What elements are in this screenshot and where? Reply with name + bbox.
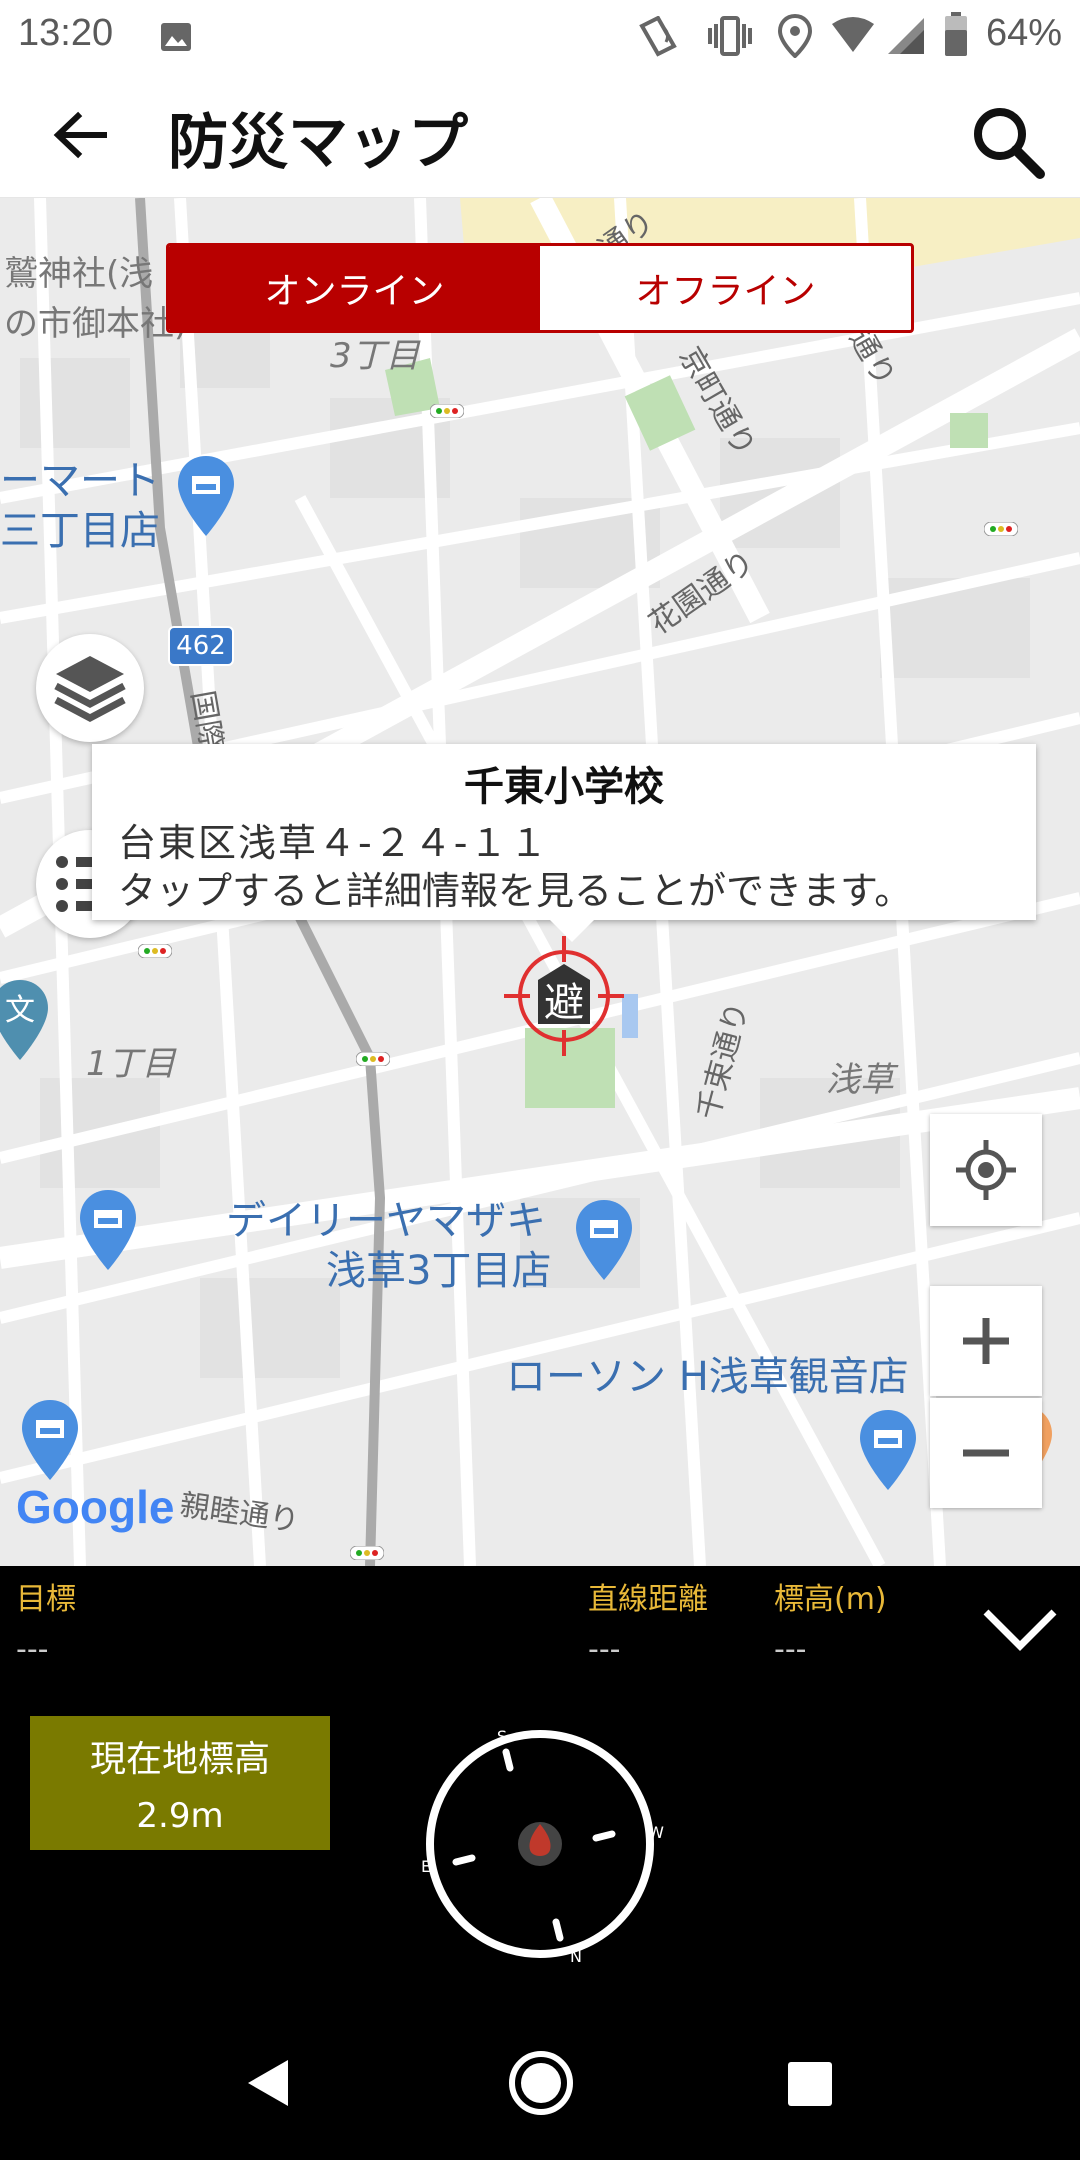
online-tab[interactable]: オンライン (169, 246, 540, 330)
current-elevation-value: 2.9m (136, 1796, 224, 1836)
signal-icon (888, 18, 924, 54)
facility-address: 台東区浅草４-２４-１１ (118, 821, 550, 865)
status-bar: 13:20 64% (0, 0, 1080, 72)
arrow-left-icon[interactable] (50, 108, 110, 162)
zoom-in-button[interactable] (930, 1286, 1042, 1396)
search-icon[interactable] (970, 104, 1046, 180)
current-elevation-box: 現在地標高 2.9m (30, 1716, 330, 1850)
distance-value: --- (588, 1632, 621, 1667)
route-sign: 462 (168, 626, 234, 666)
facility-name: 千東小学校 (464, 764, 664, 810)
app-bar: 防災マップ (0, 72, 1080, 198)
facility-hint: タップすると詳細情報を見ることができます。 (118, 869, 913, 913)
evacuation-marker-glyph: 避 (544, 980, 584, 1026)
svg-text:文: 文 (5, 993, 35, 1028)
location-icon (778, 14, 812, 58)
target-label: 目標 (16, 1582, 76, 1617)
info-window[interactable]: 千東小学校 台東区浅草４-２４-１１ タップすると詳細情報を見ることができます。 (92, 744, 1036, 942)
google-logo: Google (16, 1481, 175, 1533)
current-elevation-title: 現在地標高 (89, 1739, 270, 1780)
store-pin-icon[interactable] (78, 1188, 138, 1272)
my-location-button[interactable] (930, 1114, 1042, 1226)
page-title: 防災マップ (168, 108, 468, 178)
nfc-icon (639, 16, 677, 57)
status-time: 13:20 (18, 12, 114, 54)
info-window-pointer (550, 920, 594, 942)
traffic-signal-icon (984, 522, 1018, 536)
map-label-lawson: ローソン H浅草観音店 (506, 1354, 909, 1400)
compass-n-label: N (570, 1947, 582, 1966)
traffic-signal-icon (356, 1052, 390, 1066)
zoom-out-button[interactable] (930, 1398, 1042, 1508)
target-value: --- (16, 1632, 49, 1667)
battery-percent: 64% (985, 12, 1062, 54)
layers-button[interactable] (36, 634, 144, 742)
traffic-signal-icon (430, 404, 464, 418)
map-label-chome1: 1丁目 (86, 1044, 176, 1084)
store-pin-icon[interactable] (20, 1398, 80, 1482)
store-pin-icon[interactable] (574, 1198, 634, 1282)
school-pin-icon[interactable]: 文 (0, 978, 50, 1062)
recents-nav-icon[interactable] (786, 2060, 834, 2108)
plus-icon (963, 1318, 1009, 1364)
battery-icon (945, 12, 967, 56)
system-nav-bar (0, 2006, 1080, 2160)
compass: S W N E (421, 1727, 664, 1966)
store-pin-icon[interactable] (176, 454, 236, 538)
map-label-chome3: 3丁目 (330, 336, 420, 376)
evacuation-target-marker[interactable]: 避 (496, 928, 632, 1064)
compass-w-label: W (648, 1823, 664, 1842)
vibrate-icon (708, 16, 752, 56)
chevron-down-icon[interactable] (982, 1606, 1058, 1652)
layers-icon (54, 656, 126, 722)
map-label-shrine-2: の市御本社) (4, 304, 188, 344)
compass-e-label: E (421, 1857, 431, 1876)
map-label-familymart-2: 三丁目店 (0, 508, 160, 554)
back-nav-icon[interactable] (244, 2058, 290, 2108)
elevation-value: --- (774, 1632, 807, 1667)
elevation-label: 標高(m) (774, 1582, 887, 1617)
my-location-icon (956, 1140, 1016, 1200)
online-offline-toggle: オンライン オフライン (166, 243, 914, 333)
distance-label: 直線距離 (588, 1582, 708, 1617)
compass-s-label: S (497, 1727, 507, 1746)
store-pin-icon[interactable] (858, 1408, 918, 1492)
home-nav-icon[interactable] (506, 2048, 576, 2118)
offline-tab[interactable]: オフライン (540, 246, 911, 330)
navigation-panel: 目標 --- 直線距離 --- 標高(m) --- 現在地標高 2.9m S W… (0, 1566, 1080, 2006)
wifi-icon (832, 17, 874, 52)
map-label-shrine: 鷲神社(浅 (4, 254, 154, 294)
map-label-daily-yamazaki-2: 浅草3丁目店 (326, 1248, 552, 1294)
image-notification-icon (161, 23, 191, 51)
map-label-asakusa: 浅草 (826, 1060, 894, 1100)
minus-icon (963, 1449, 1009, 1457)
traffic-signal-icon (350, 1546, 384, 1560)
traffic-signal-icon (138, 944, 172, 958)
